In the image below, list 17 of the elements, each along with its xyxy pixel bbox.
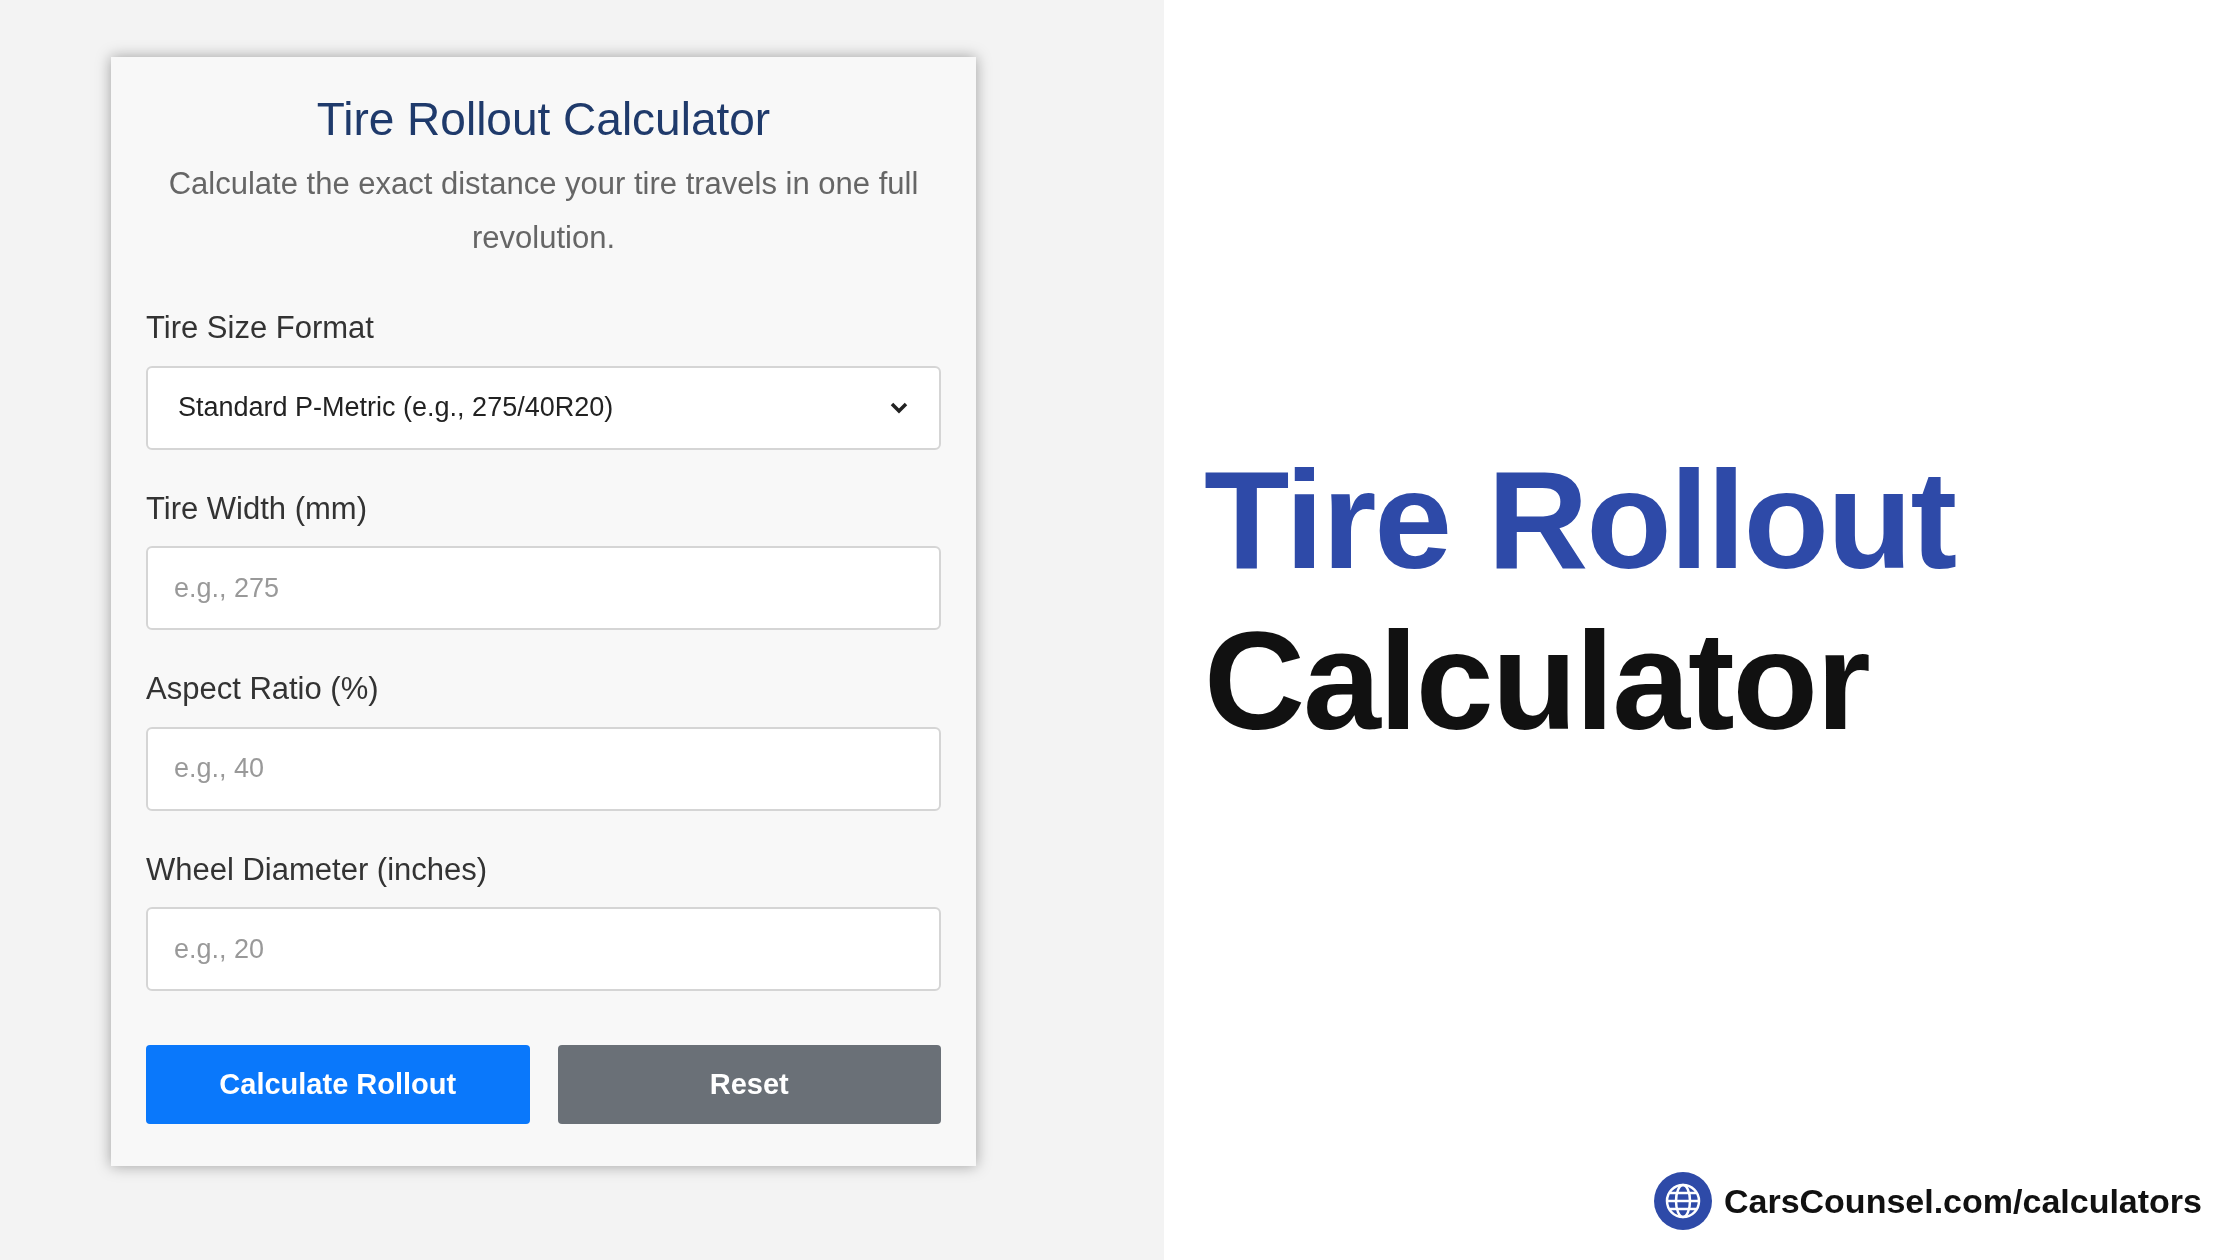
input-field[interactable]: e.g., 40 [146, 726, 941, 811]
headline-title: Tire Rollout [1204, 440, 1957, 600]
input-field[interactable]: e.g., 20 [146, 907, 941, 991]
field-label: Aspect Ratio (%) [146, 670, 380, 708]
calculator-description: Calculate the exact distance your tire travels in one full revolution. [167, 164, 920, 257]
reset-button[interactable]: Reset [557, 1045, 941, 1124]
field-label: Wheel Diameter (inches) [146, 850, 489, 889]
field-label: Tire Size Format [146, 309, 375, 347]
headline-subtitle: Calculator [1204, 601, 1870, 761]
chevron-down-icon [889, 400, 909, 415]
input-field[interactable]: e.g., 275 [146, 546, 941, 630]
globe-icon [1653, 1172, 1712, 1230]
tire-format-dropdown[interactable]: Standard P-Metric (e.g., 275/40R20) [146, 365, 941, 450]
website-link[interactable]: CarsCounsel.com/calculators [1723, 1175, 2202, 1227]
calculate-button[interactable]: Calculate Rollout [146, 1045, 530, 1124]
calculator-title: Tire Rollout Calculator [315, 92, 772, 147]
field-label: Tire Width (mm) [146, 489, 368, 528]
